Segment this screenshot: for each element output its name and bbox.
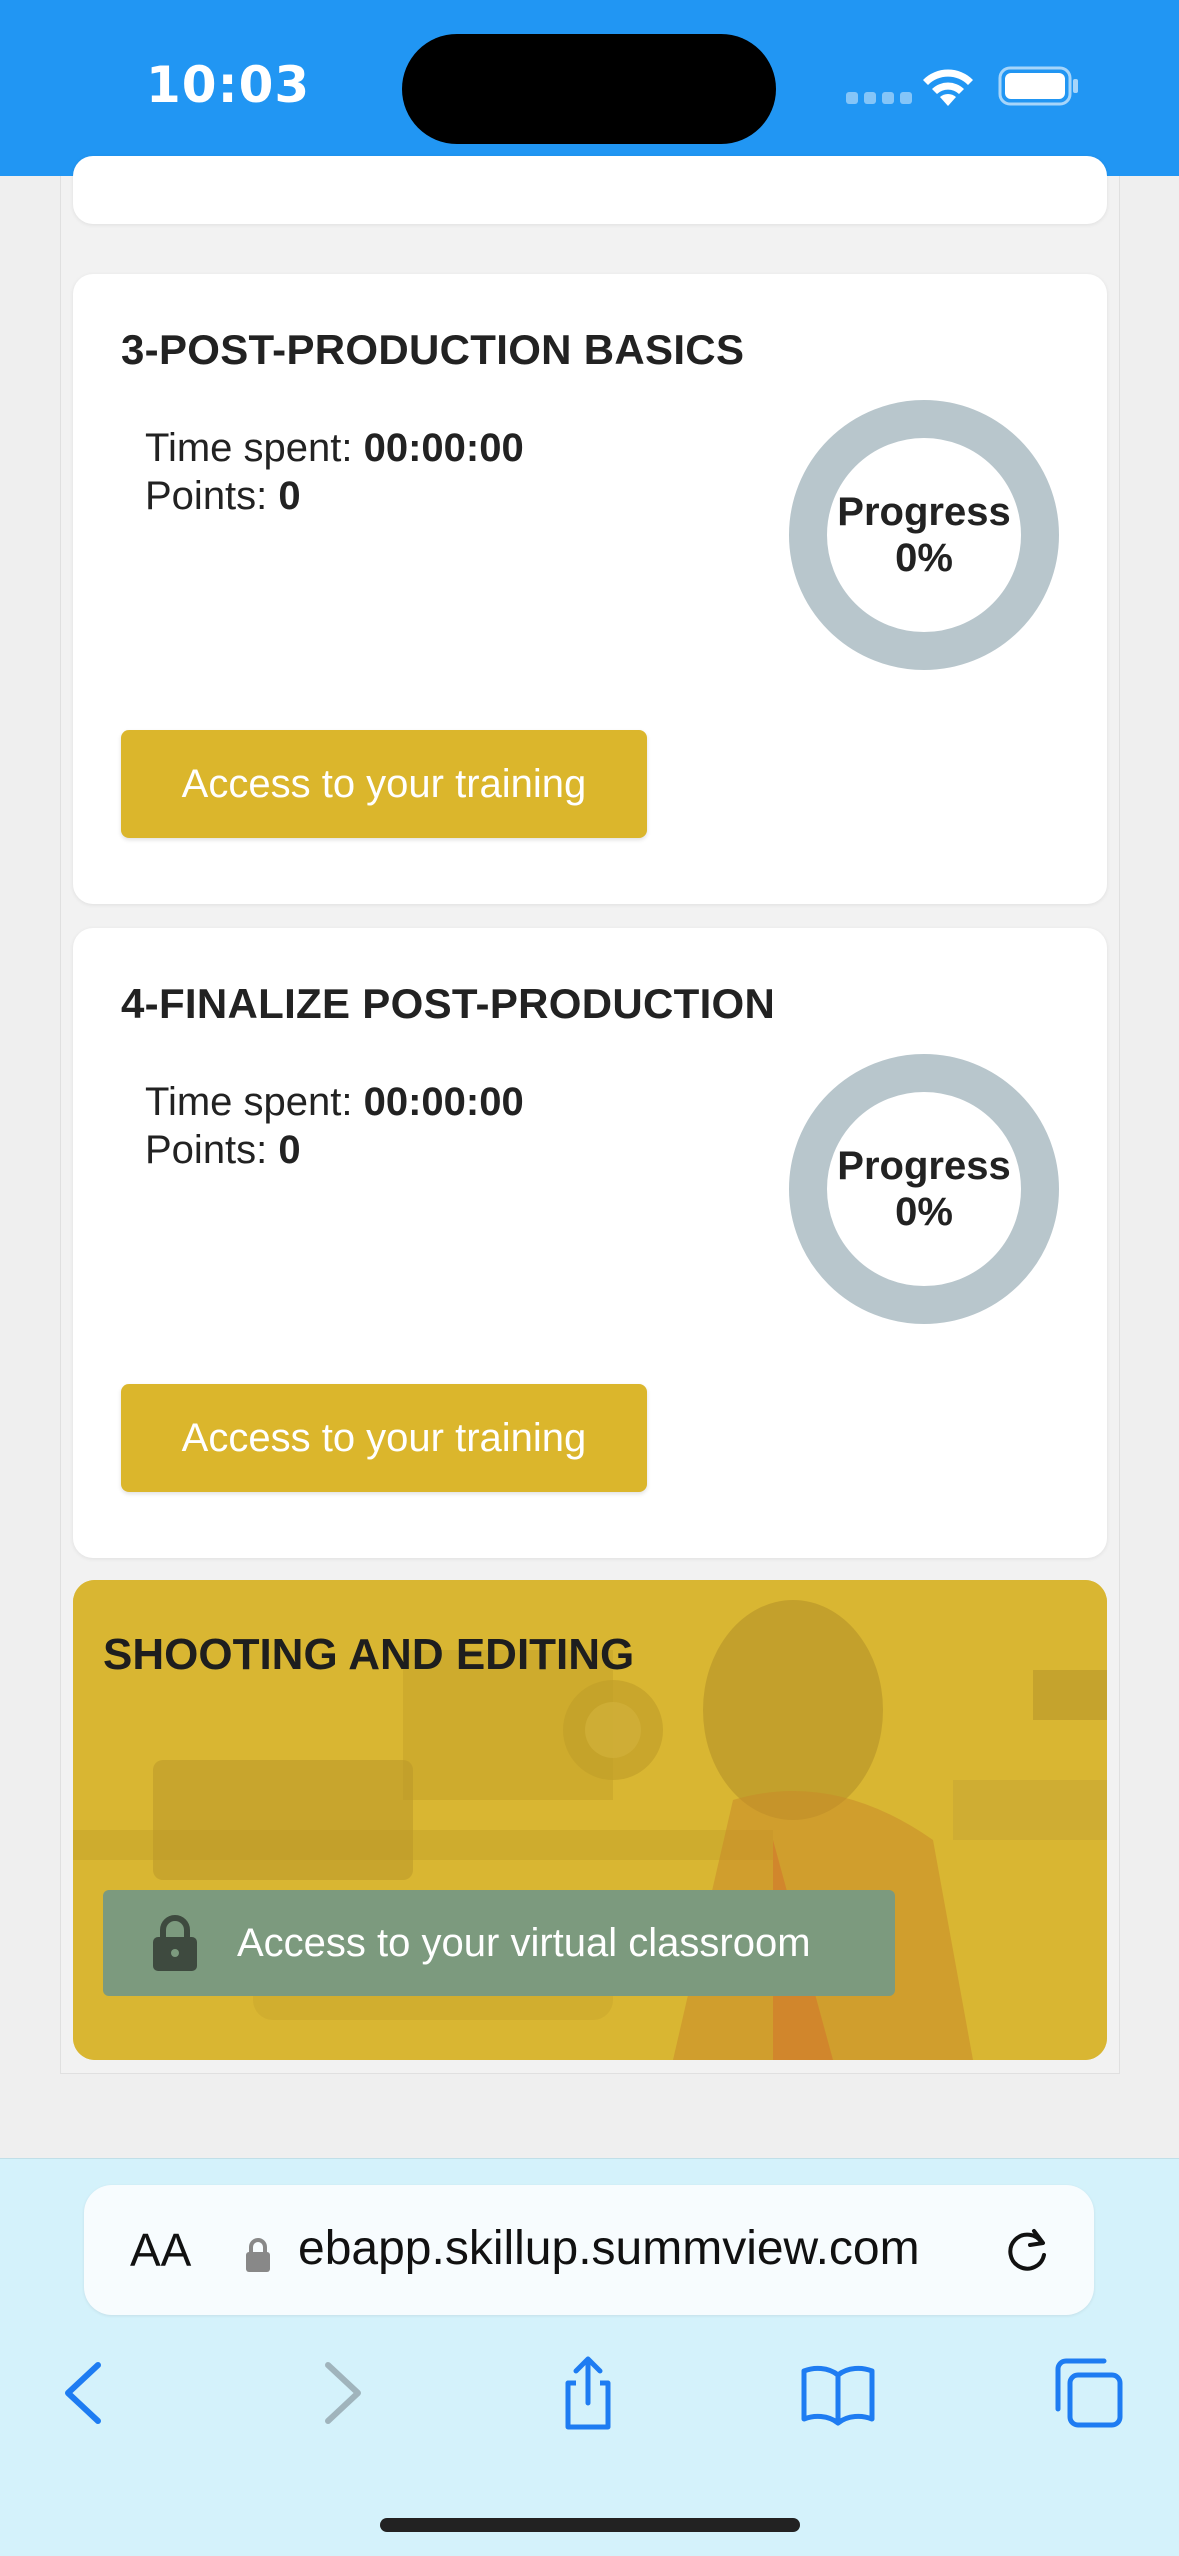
training-list: 3-POST-PRODUCTION BASICS Time spent: 00:… xyxy=(60,156,1120,2074)
lock-icon xyxy=(153,1915,197,1971)
access-training-button[interactable]: Access to your training xyxy=(121,730,647,838)
url-text: ebapp.skillup.summview.com xyxy=(298,2222,920,2275)
points-label: Points: xyxy=(145,1128,268,1172)
time-spent-value: 00:00:00 xyxy=(363,426,524,470)
progress-value: 0% xyxy=(895,536,953,580)
wifi-icon xyxy=(923,69,973,106)
forward-icon[interactable] xyxy=(300,2353,380,2433)
access-virtual-classroom-label: Access to your virtual classroom xyxy=(237,1920,811,1965)
back-icon[interactable] xyxy=(46,2353,126,2433)
cellular-signal-icon xyxy=(846,92,912,104)
progress-ring: Progress 0% xyxy=(789,1054,1059,1324)
address-bar[interactable]: AA ebapp.skillup.summview.com xyxy=(84,2185,1094,2315)
training-stats: Time spent: 00:00:00 Points: 0 xyxy=(145,424,524,520)
training-title: 3-POST-PRODUCTION BASICS xyxy=(121,326,745,373)
training-title: 4-FINALIZE POST-PRODUCTION xyxy=(121,980,776,1027)
progress-label: Progress xyxy=(837,490,1011,534)
time-spent-value: 00:00:00 xyxy=(363,1080,524,1124)
training-card: 3-POST-PRODUCTION BASICS Time spent: 00:… xyxy=(73,274,1107,904)
access-training-button[interactable]: Access to your training xyxy=(121,1384,647,1492)
secure-lock-icon xyxy=(246,2238,270,2272)
tabs-icon[interactable] xyxy=(1048,2353,1128,2433)
training-stats: Time spent: 00:00:00 Points: 0 xyxy=(145,1078,524,1174)
battery-icon xyxy=(998,66,1078,106)
home-indicator xyxy=(380,2518,800,2532)
progress-label: Progress xyxy=(837,1144,1011,1188)
training-card: 4-FINALIZE POST-PRODUCTION Time spent: 0… xyxy=(73,928,1107,1558)
share-icon[interactable] xyxy=(548,2353,628,2433)
time-spent-label: Time spent: xyxy=(145,1080,353,1124)
points-value: 0 xyxy=(278,474,301,518)
reload-icon[interactable] xyxy=(1002,2225,1054,2277)
text-size-button[interactable]: AA xyxy=(130,2223,191,2277)
points-value: 0 xyxy=(278,1128,301,1172)
progress-ring: Progress 0% xyxy=(789,400,1059,670)
training-card-partial xyxy=(73,156,1107,224)
browser-toolbar: AA ebapp.skillup.summview.com xyxy=(0,2158,1179,2556)
dynamic-island xyxy=(402,34,776,144)
points-label: Points: xyxy=(145,474,268,518)
status-bar: 10:03 xyxy=(0,0,1179,176)
status-time: 10:03 xyxy=(146,56,311,114)
classroom-title: SHOOTING AND EDITING xyxy=(103,1630,635,1679)
access-virtual-classroom-button[interactable]: Access to your virtual classroom xyxy=(103,1890,895,1996)
bookmarks-icon[interactable] xyxy=(798,2353,878,2433)
time-spent-label: Time spent: xyxy=(145,426,353,470)
virtual-classroom-card: SHOOTING AND EDITING Access to your virt… xyxy=(73,1580,1107,2060)
progress-value: 0% xyxy=(895,1190,953,1234)
